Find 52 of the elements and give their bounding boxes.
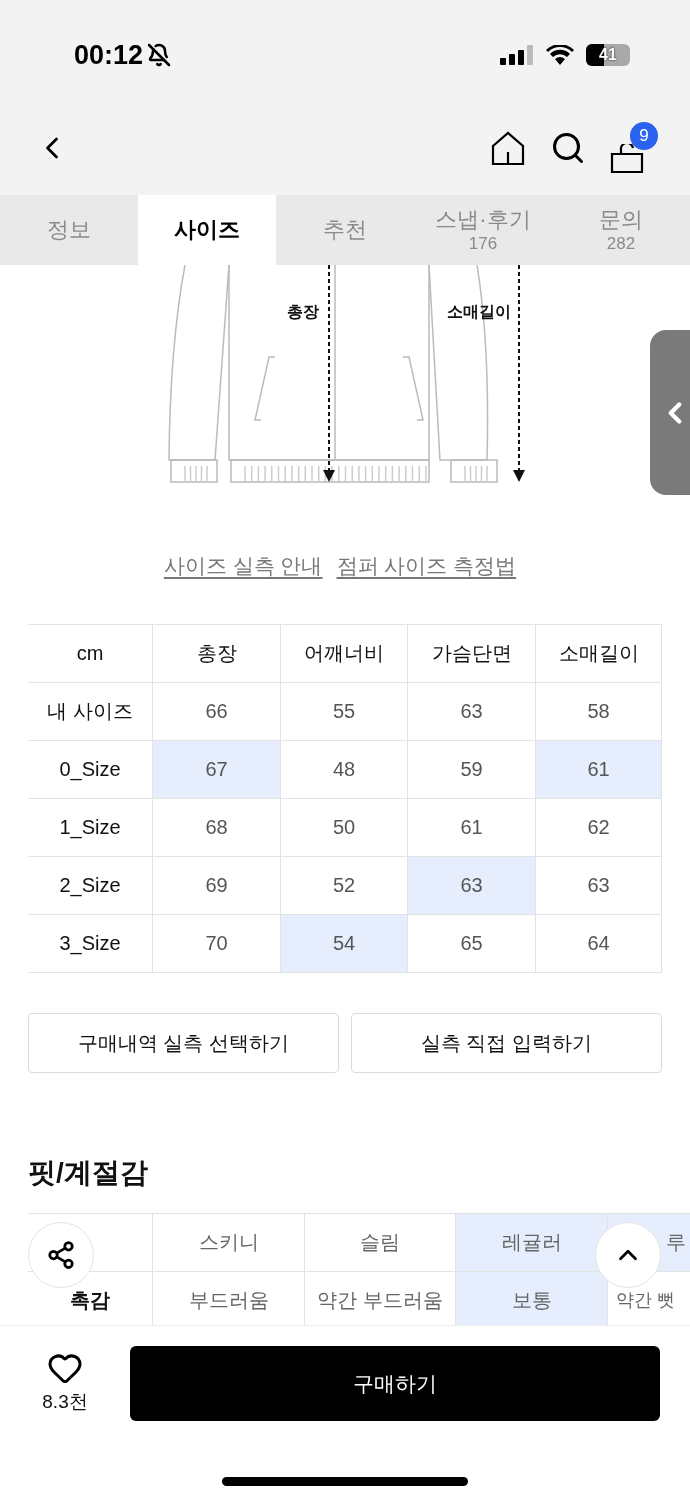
tab[interactable]: 문의 282 [552, 195, 690, 265]
cart-badge: 9 [630, 121, 658, 150]
table-cell: 48 [280, 740, 407, 799]
measure-button[interactable]: 실측 직접 입력하기 [351, 1012, 662, 1073]
column-header: 어깨너비 [280, 624, 407, 683]
table-cell: 55 [280, 682, 407, 741]
table-cell: 50 [280, 798, 407, 857]
table-cell: 슬림 [304, 1213, 455, 1272]
table-cell: 70 [152, 914, 280, 973]
tab[interactable]: 추천 [276, 195, 414, 265]
table-cell: 65 [407, 914, 535, 973]
table-cell: 61 [535, 740, 661, 799]
table-cell: 64 [535, 914, 661, 973]
tab[interactable]: 스냅·후기 176 [414, 195, 552, 265]
table-cell: 68 [152, 798, 280, 857]
wifi-icon [546, 45, 574, 65]
status-time: 00:12 [74, 38, 144, 72]
guide-link[interactable]: 점퍼 사이즈 측정법 [336, 550, 517, 582]
cart-button[interactable]: 9 [610, 121, 658, 174]
table-cell: 59 [407, 740, 535, 799]
tab[interactable]: 사이즈 [138, 195, 276, 265]
row-label: 촉감 [70, 1288, 110, 1313]
table-cell: 63 [535, 856, 661, 915]
table-cell: 66 [152, 682, 280, 741]
table-cell: 58 [535, 682, 661, 741]
guide-link[interactable]: 사이즈 실측 안내 [163, 550, 323, 582]
table-cell: 63 [407, 682, 535, 741]
home-icon[interactable] [490, 129, 526, 166]
tab[interactable]: 정보 [0, 195, 138, 265]
share-icon [46, 1240, 76, 1270]
table-cell: 61 [407, 798, 535, 857]
table-cell: 54 [280, 914, 407, 973]
table-cell: 스키니 [152, 1213, 304, 1272]
corner-header: cm [28, 624, 152, 683]
side-handle[interactable] [650, 330, 690, 495]
table-cell: 69 [152, 856, 280, 915]
measure-button[interactable]: 구매내역 실측 선택하기 [28, 1012, 339, 1073]
column-header: 총장 [152, 624, 280, 683]
column-header: 소매길이 [535, 624, 661, 683]
table-cell: 63 [407, 856, 535, 915]
table-cell: 62 [535, 798, 661, 857]
signal-icon [500, 45, 534, 65]
diagram-label: 총장 [287, 303, 319, 320]
table-cell: 67 [152, 740, 280, 799]
bell-muted-icon [147, 43, 172, 67]
section-title: 핏/계절감 [28, 1158, 149, 1187]
buy-button[interactable]: 구매하기 [130, 1346, 660, 1421]
table-cell: 52 [280, 856, 407, 915]
column-header: 가슴단면 [407, 624, 535, 683]
diagram-label: 소매길이 [447, 303, 511, 320]
table-cell: 레귤러 [455, 1213, 607, 1272]
like-count: 8.3천 [42, 1390, 88, 1415]
